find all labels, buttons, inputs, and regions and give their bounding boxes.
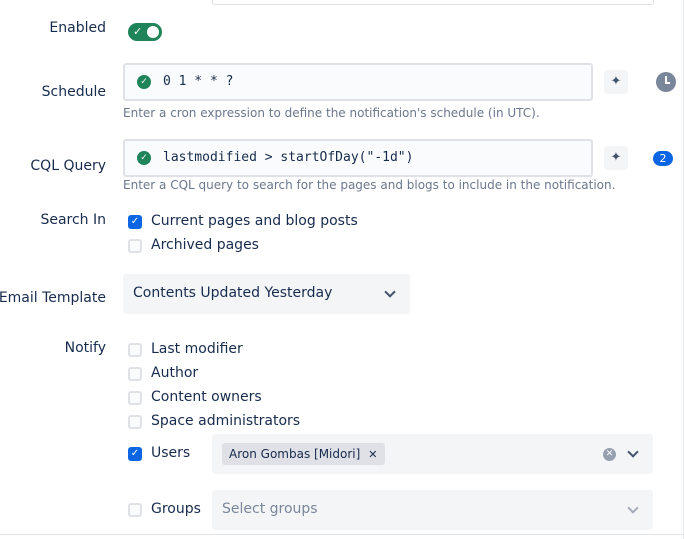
- content-owners-label[interactable]: Content owners: [151, 389, 262, 405]
- email-template-label: Email Template: [0, 290, 106, 306]
- check-icon: ✓: [133, 25, 143, 38]
- previous-field-edge: [212, 0, 654, 5]
- groups-select[interactable]: Select groups: [212, 490, 653, 530]
- chevron-down-icon[interactable]: [627, 446, 639, 458]
- schedule-label: Schedule: [41, 84, 106, 100]
- archived-pages-label[interactable]: Archived pages: [151, 237, 259, 253]
- space-administrators-checkbox[interactable]: [128, 415, 142, 429]
- users-checkbox[interactable]: ✓: [128, 447, 142, 461]
- users-select[interactable]: Aron Gombas [Midori] ✕ ✕: [212, 434, 653, 474]
- toggle-knob: [147, 26, 159, 38]
- cql-input[interactable]: ✓ lastmodified > startOfDay("-1d"): [123, 139, 593, 177]
- chevron-down-icon: [384, 286, 396, 298]
- cql-label: CQL Query: [30, 158, 106, 174]
- cql-value: lastmodified > startOfDay("-1d"): [163, 150, 414, 165]
- check-circle-icon: ✓: [137, 151, 151, 165]
- last-modifier-label[interactable]: Last modifier: [151, 341, 243, 357]
- archived-pages-checkbox[interactable]: [128, 239, 142, 253]
- notify-label: Notify: [64, 340, 106, 356]
- current-pages-checkbox[interactable]: ✓: [128, 215, 142, 229]
- content-owners-checkbox[interactable]: [128, 391, 142, 405]
- current-pages-label[interactable]: Current pages and blog posts: [151, 213, 358, 229]
- schedule-help: Enter a cron expression to define the no…: [123, 106, 540, 120]
- chevron-down-icon: [627, 502, 639, 514]
- sparkle-icon[interactable]: ✦: [604, 146, 628, 170]
- groups-placeholder: Select groups: [222, 501, 318, 517]
- clock-icon[interactable]: [656, 72, 676, 92]
- schedule-input[interactable]: ✓ 0 1 * * ?: [123, 63, 593, 101]
- email-template-select[interactable]: Contents Updated Yesterday: [123, 274, 410, 314]
- clear-icon[interactable]: ✕: [603, 448, 616, 461]
- close-icon[interactable]: ✕: [368, 448, 377, 461]
- groups-label[interactable]: Groups: [151, 501, 201, 517]
- groups-checkbox[interactable]: [128, 503, 142, 517]
- search-in-label: Search In: [40, 212, 106, 228]
- user-chip-label: Aron Gombas [Midori]: [229, 447, 361, 461]
- user-chip: Aron Gombas [Midori] ✕: [222, 443, 385, 465]
- enabled-label: Enabled: [49, 20, 106, 36]
- schedule-value: 0 1 * * ?: [163, 74, 234, 89]
- users-label[interactable]: Users: [151, 445, 190, 461]
- enabled-toggle[interactable]: ✓: [128, 23, 162, 41]
- sparkle-icon[interactable]: ✦: [604, 70, 628, 94]
- result-count-badge[interactable]: 2: [653, 151, 673, 166]
- cql-help: Enter a CQL query to search for the page…: [123, 178, 616, 192]
- space-administrators-label[interactable]: Space administrators: [151, 413, 300, 429]
- last-modifier-checkbox[interactable]: [128, 343, 142, 357]
- check-circle-icon: ✓: [137, 75, 151, 89]
- author-label[interactable]: Author: [151, 365, 198, 381]
- email-template-value: Contents Updated Yesterday: [133, 285, 333, 301]
- divider: [0, 534, 684, 535]
- author-checkbox[interactable]: [128, 367, 142, 381]
